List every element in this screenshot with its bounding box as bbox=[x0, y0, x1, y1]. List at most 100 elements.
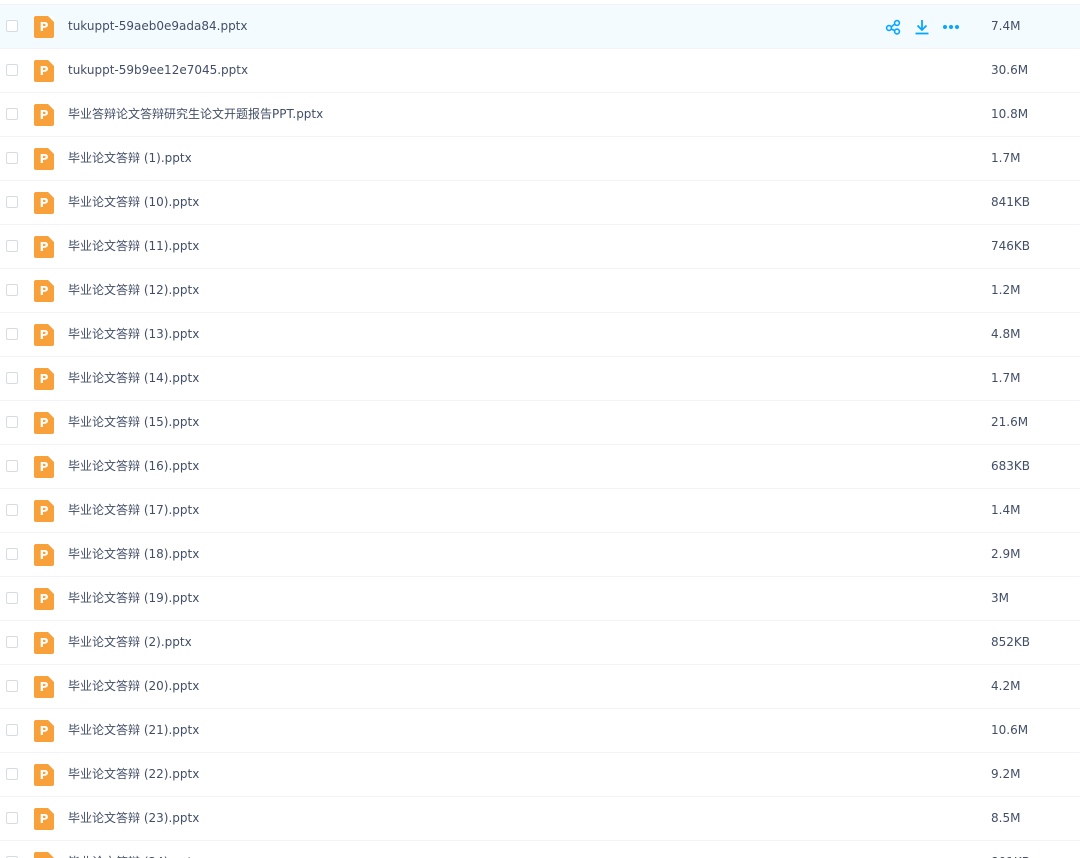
file-name-link[interactable]: tukuppt-59aeb0e9ada84.pptx bbox=[68, 5, 248, 48]
file-row[interactable]: P 毕业论文答辩 (16).pptx 683KB bbox=[0, 445, 1080, 489]
pptx-file-icon-letter: P bbox=[39, 592, 49, 606]
file-name-link[interactable]: 毕业论文答辩 (15).pptx bbox=[68, 401, 199, 444]
pptx-file-icon-letter: P bbox=[39, 284, 49, 298]
file-name-link[interactable]: 毕业论文答辩 (24).pptx bbox=[68, 841, 199, 858]
file-name-link[interactable]: 毕业论文答辩 (23).pptx bbox=[68, 797, 199, 840]
file-row[interactable]: P 毕业论文答辩 (2).pptx 852KB bbox=[0, 621, 1080, 665]
pptx-file-icon: P bbox=[34, 412, 54, 434]
file-name-link[interactable]: 毕业论文答辩 (12).pptx bbox=[68, 269, 199, 312]
file-name-link[interactable]: 毕业论文答辩 (19).pptx bbox=[68, 577, 199, 620]
file-name-link[interactable]: 毕业论文答辩 (1).pptx bbox=[68, 137, 192, 180]
file-name-link[interactable]: 毕业论文答辩 (21).pptx bbox=[68, 709, 199, 752]
row-checkbox[interactable] bbox=[6, 328, 18, 340]
row-checkbox[interactable] bbox=[6, 768, 18, 780]
file-row[interactable]: P 毕业论文答辩 (11).pptx 746KB bbox=[0, 225, 1080, 269]
file-list-rows: Ptukuppt-59aeb0e9ada84.pptx 7.4M Ptukuppt-… bbox=[0, 5, 1080, 858]
file-row[interactable]: P 毕业论文答辩 (22).pptx 9.2M bbox=[0, 753, 1080, 797]
row-checkbox[interactable] bbox=[6, 592, 18, 604]
download-button[interactable] bbox=[912, 17, 932, 37]
file-row[interactable]: P 毕业论文答辩 (20).pptx 4.2M bbox=[0, 665, 1080, 709]
file-name-link[interactable]: 毕业论文答辩 (20).pptx bbox=[68, 665, 199, 708]
pptx-file-icon: P bbox=[34, 236, 54, 258]
file-size: 4.8M bbox=[991, 327, 1021, 341]
row-checkbox[interactable] bbox=[6, 680, 18, 692]
file-size: 8.5M bbox=[991, 811, 1021, 825]
row-checkbox[interactable] bbox=[6, 20, 18, 32]
row-checkbox[interactable] bbox=[6, 152, 18, 164]
share-button[interactable] bbox=[883, 17, 903, 37]
file-row[interactable]: P 毕业论文答辩 (24).pptx 801KB bbox=[0, 841, 1080, 858]
row-checkbox[interactable] bbox=[6, 460, 18, 472]
pptx-file-icon-letter: P bbox=[39, 680, 49, 694]
pptx-file-icon: P bbox=[34, 500, 54, 522]
file-name-link[interactable]: 毕业论文答辩 (18).pptx bbox=[68, 533, 199, 576]
file-size: 21.6M bbox=[991, 415, 1029, 429]
pptx-file-icon: P bbox=[34, 148, 54, 170]
file-name-link[interactable]: tukuppt-59b9ee12e7045.pptx bbox=[68, 49, 248, 92]
pptx-file-icon-letter: P bbox=[39, 108, 49, 122]
file-name-link[interactable]: 毕业论文答辩 (13).pptx bbox=[68, 313, 199, 356]
pptx-file-icon-letter: P bbox=[39, 812, 49, 826]
pptx-file-icon: P bbox=[34, 192, 54, 214]
more-icon bbox=[942, 19, 960, 35]
file-name-link[interactable]: 毕业论文答辩 (17).pptx bbox=[68, 489, 199, 532]
row-checkbox[interactable] bbox=[6, 416, 18, 428]
row-checkbox[interactable] bbox=[6, 636, 18, 648]
row-checkbox[interactable] bbox=[6, 240, 18, 252]
row-checkbox[interactable] bbox=[6, 548, 18, 560]
row-checkbox[interactable] bbox=[6, 64, 18, 76]
file-size: 852KB bbox=[991, 635, 1031, 649]
pptx-file-icon-letter: P bbox=[39, 196, 49, 210]
file-name-link[interactable]: 毕业论文答辩 (10).pptx bbox=[68, 181, 199, 224]
more-button[interactable] bbox=[941, 17, 961, 37]
file-name-link[interactable]: 毕业论文答辩 (14).pptx bbox=[68, 357, 199, 400]
row-checkbox[interactable] bbox=[6, 504, 18, 516]
file-name-link[interactable]: 毕业论文答辩 (22).pptx bbox=[68, 753, 199, 796]
row-checkbox[interactable] bbox=[6, 196, 18, 208]
row-actions bbox=[883, 17, 970, 37]
file-row[interactable]: P 毕业论文答辩 (10).pptx 841KB bbox=[0, 181, 1080, 225]
row-checkbox[interactable] bbox=[6, 284, 18, 296]
pptx-file-icon: P bbox=[34, 764, 54, 786]
row-checkbox[interactable] bbox=[6, 372, 18, 384]
file-row[interactable]: P 毕业论文答辩 (12).pptx 1.2M bbox=[0, 269, 1080, 313]
download-icon bbox=[914, 19, 930, 35]
pptx-file-icon: P bbox=[34, 676, 54, 698]
row-checkbox[interactable] bbox=[6, 724, 18, 736]
pptx-file-icon-letter: P bbox=[39, 20, 49, 34]
file-name-link[interactable]: 毕业论文答辩 (11).pptx bbox=[68, 225, 199, 268]
pptx-file-icon-letter: P bbox=[39, 768, 49, 782]
pptx-file-icon: P bbox=[34, 16, 54, 38]
file-row[interactable]: P 毕业论文答辩 (15).pptx 21.6M bbox=[0, 401, 1080, 445]
file-row[interactable]: P 毕业论文答辩 (23).pptx 8.5M bbox=[0, 797, 1080, 841]
file-row[interactable]: Ptukuppt-59b9ee12e7045.pptx 30.6M bbox=[0, 49, 1080, 93]
file-size: 4.2M bbox=[991, 679, 1021, 693]
file-row[interactable]: P 毕业论文答辩 (17).pptx 1.4M bbox=[0, 489, 1080, 533]
pptx-file-icon-letter: P bbox=[39, 152, 49, 166]
pptx-file-icon-letter: P bbox=[39, 504, 49, 518]
file-size: 3M bbox=[991, 591, 1009, 605]
pptx-file-icon: P bbox=[34, 280, 54, 302]
pptx-file-icon-letter: P bbox=[39, 328, 49, 342]
pptx-file-icon: P bbox=[34, 60, 54, 82]
row-checkbox[interactable] bbox=[6, 812, 18, 824]
file-row[interactable]: P 毕业论文答辩 (21).pptx 10.6M bbox=[0, 709, 1080, 753]
row-checkbox[interactable] bbox=[6, 108, 18, 120]
file-name-link[interactable]: 毕业答辩论文答辩研究生论文开题报告PPT.pptx bbox=[68, 93, 323, 136]
pptx-file-icon-letter: P bbox=[39, 416, 49, 430]
pptx-file-icon: P bbox=[34, 104, 54, 126]
file-size: 10.6M bbox=[991, 723, 1029, 737]
pptx-file-icon-letter: P bbox=[39, 372, 49, 386]
file-row[interactable]: P 毕业论文答辩 (13).pptx 4.8M bbox=[0, 313, 1080, 357]
file-row[interactable]: P 毕业论文答辩 (18).pptx 2.9M bbox=[0, 533, 1080, 577]
pptx-file-icon: P bbox=[34, 368, 54, 390]
file-size: 1.4M bbox=[991, 503, 1021, 517]
file-row[interactable]: P 毕业答辩论文答辩研究生论文开题报告PPT.pptx 10.8M bbox=[0, 93, 1080, 137]
file-name-link[interactable]: 毕业论文答辩 (2).pptx bbox=[68, 621, 192, 664]
file-row[interactable]: P 毕业论文答辩 (1).pptx 1.7M bbox=[0, 137, 1080, 181]
file-size: 1.7M bbox=[991, 151, 1021, 165]
file-row[interactable]: Ptukuppt-59aeb0e9ada84.pptx 7.4M bbox=[0, 5, 1080, 49]
file-row[interactable]: P 毕业论文答辩 (19).pptx 3M bbox=[0, 577, 1080, 621]
file-row[interactable]: P 毕业论文答辩 (14).pptx 1.7M bbox=[0, 357, 1080, 401]
file-name-link[interactable]: 毕业论文答辩 (16).pptx bbox=[68, 445, 199, 488]
